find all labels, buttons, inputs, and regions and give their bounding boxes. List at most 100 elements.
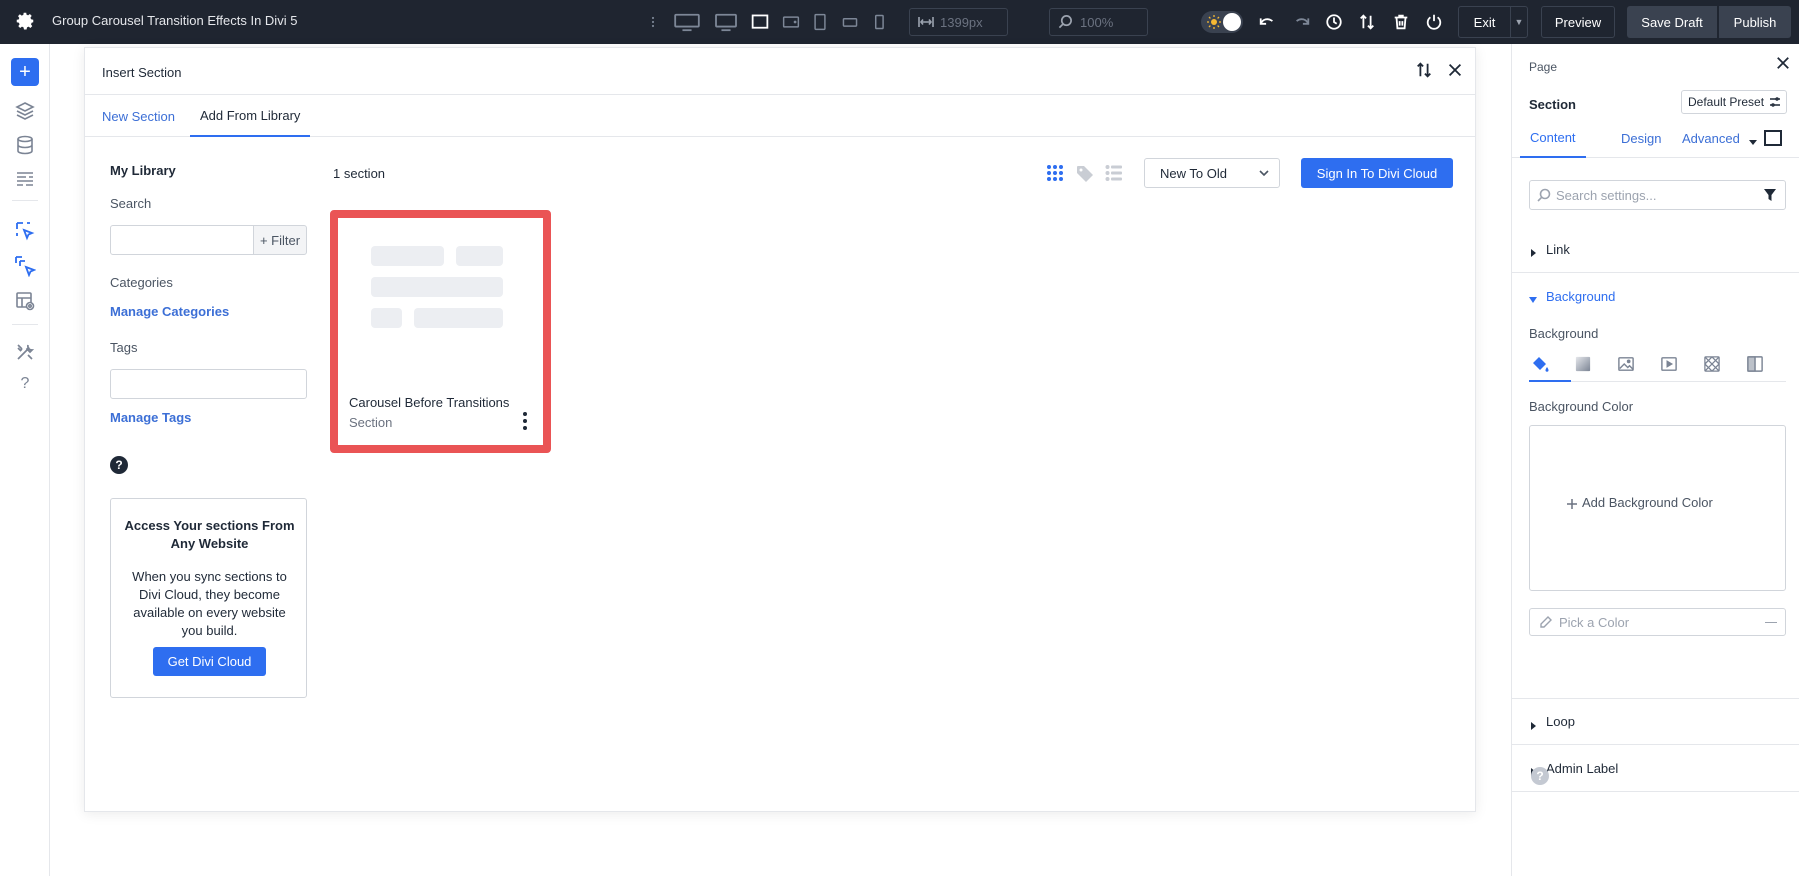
kebab-menu-icon[interactable]: [519, 411, 531, 431]
background-color-area[interactable]: Add Background Color: [1529, 425, 1786, 591]
close-icon[interactable]: [1446, 61, 1466, 81]
preset-options-icon: [1769, 96, 1781, 108]
thumbnail-placeholder: [371, 246, 444, 266]
save-draft-button[interactable]: Save Draft: [1627, 6, 1717, 38]
panel-page-label: Page: [1529, 60, 1558, 74]
pick-color-input[interactable]: Pick a Color: [1529, 608, 1786, 636]
gradient-icon[interactable]: [1575, 356, 1593, 374]
tablet-view-icon[interactable]: [809, 11, 831, 33]
top-toolbar: Group Carousel Transition Effects In Div…: [0, 0, 1799, 44]
caret-right-icon: [1529, 245, 1537, 257]
theme-toggle[interactable]: [1201, 11, 1243, 33]
settings-gear-icon[interactable]: [14, 10, 36, 32]
panel-tabs: Content Design Advanced: [1512, 118, 1799, 158]
tags-label: Tags: [110, 340, 138, 355]
sort-arrows-icon[interactable]: [1356, 11, 1378, 33]
database-icon[interactable]: [14, 134, 36, 156]
tab-new-section[interactable]: New Section: [92, 95, 185, 137]
redo-icon[interactable]: [1291, 11, 1313, 33]
layout-list-icon[interactable]: [14, 168, 36, 190]
tab-add-from-library[interactable]: Add From Library: [190, 95, 311, 137]
accordion-link-label: Link: [1546, 241, 1570, 257]
trash-icon[interactable]: [1390, 11, 1412, 33]
power-icon[interactable]: [1423, 11, 1445, 33]
sun-icon: [1207, 15, 1221, 29]
search-label: Search: [110, 196, 152, 211]
tags-input[interactable]: [110, 369, 307, 399]
background-label: Background: [1529, 326, 1599, 341]
zoom-field[interactable]: 100%: [1049, 8, 1148, 36]
cloud-promo-title: Access Your sections From Any Website: [124, 518, 295, 551]
insert-from-library-icon[interactable]: [14, 255, 37, 278]
history-icon[interactable]: [1323, 11, 1345, 33]
phone-view-icon[interactable]: [868, 11, 890, 33]
publish-button[interactable]: Publish: [1719, 6, 1791, 38]
layers-icon[interactable]: [14, 100, 36, 122]
filter-funnel-icon[interactable]: [1763, 188, 1777, 202]
preview-button[interactable]: Preview: [1541, 6, 1615, 38]
tag-view-icon[interactable]: [1075, 164, 1095, 184]
list-view-icon[interactable]: [1105, 164, 1125, 184]
accordion-loop[interactable]: Loop: [1512, 698, 1799, 745]
undo-icon[interactable]: [1256, 11, 1278, 33]
desktop-view-icon[interactable]: [713, 11, 739, 33]
library-item-card[interactable]: Carousel Before Transitions Section: [330, 210, 551, 453]
sort-arrows-icon[interactable]: [1415, 61, 1435, 81]
exit-dropdown-caret[interactable]: ▼: [1510, 6, 1528, 38]
manage-categories-link[interactable]: Manage Categories: [110, 304, 229, 319]
left-sidebar: + ?: [0, 44, 50, 876]
modal-header: Insert Section: [85, 48, 1475, 95]
clear-dash-icon[interactable]: [1765, 622, 1777, 623]
cloud-promo-text: When you sync sections to Divi Cloud, th…: [132, 569, 287, 638]
add-plus-button[interactable]: +: [11, 58, 39, 86]
desktop-wide-view-icon[interactable]: [672, 11, 702, 33]
plus-icon: [1566, 497, 1578, 509]
preset-selector[interactable]: Default Preset: [1681, 90, 1787, 114]
sort-order-select[interactable]: New To Old: [1144, 158, 1280, 188]
laptop-view-icon[interactable]: [749, 11, 771, 33]
library-search-input[interactable]: [110, 225, 254, 255]
add-background-color-button[interactable]: Add Background Color: [1582, 495, 1713, 510]
tools-icon[interactable]: [14, 341, 36, 363]
settings-search-input[interactable]: Search settings...: [1529, 180, 1786, 210]
tab-design[interactable]: Design: [1611, 118, 1671, 158]
background-type-tabs: [1529, 352, 1786, 382]
caret-down-icon[interactable]: [1748, 134, 1758, 145]
mask-icon[interactable]: [1747, 356, 1765, 374]
image-icon[interactable]: [1618, 356, 1636, 374]
accordion-link[interactable]: Link: [1512, 226, 1799, 273]
tab-content[interactable]: Content: [1520, 118, 1586, 158]
accordion-background[interactable]: Background: [1512, 273, 1799, 320]
library-item-type: Section: [349, 415, 393, 430]
insert-section-icon[interactable]: [14, 220, 36, 242]
paint-bucket-icon[interactable]: [1532, 356, 1550, 374]
toggle-knob: [1223, 13, 1241, 31]
grid-view-icon[interactable]: [1046, 164, 1066, 184]
help-icon[interactable]: ?: [110, 456, 128, 474]
thumbnail-placeholder: [371, 308, 402, 328]
preview-layout-icon[interactable]: [14, 290, 36, 312]
modal-tabs: New Section Add From Library: [85, 95, 1475, 137]
thumbnail-placeholder: [456, 246, 503, 266]
tab-advanced[interactable]: Advanced: [1672, 118, 1750, 158]
panel-expand-icon[interactable]: [1764, 130, 1782, 146]
video-icon[interactable]: [1661, 356, 1679, 374]
close-icon[interactable]: [1776, 56, 1792, 72]
phone-landscape-view-icon[interactable]: [839, 11, 861, 33]
panel-help-icon[interactable]: ?: [1531, 767, 1549, 785]
active-tab-indicator: [1529, 380, 1571, 382]
accordion-admin-label[interactable]: Admin Label: [1512, 745, 1799, 792]
zoom-value: 100%: [1080, 14, 1114, 30]
sign-in-divi-cloud-button[interactable]: Sign In To Divi Cloud: [1301, 158, 1453, 188]
tablet-landscape-view-icon[interactable]: [780, 11, 802, 33]
filter-button[interactable]: + Filter: [253, 225, 307, 255]
eyedropper-icon: [1539, 615, 1553, 629]
drag-handle-icon[interactable]: [642, 11, 664, 33]
get-divi-cloud-button[interactable]: Get Divi Cloud: [153, 647, 266, 676]
help-question-icon[interactable]: ?: [14, 375, 36, 397]
pattern-icon[interactable]: [1704, 356, 1722, 374]
pick-color-placeholder: Pick a Color: [1559, 614, 1630, 630]
exit-button[interactable]: Exit: [1458, 6, 1510, 38]
canvas-width-field[interactable]: 1399px: [909, 8, 1008, 36]
manage-tags-link[interactable]: Manage Tags: [110, 410, 191, 425]
